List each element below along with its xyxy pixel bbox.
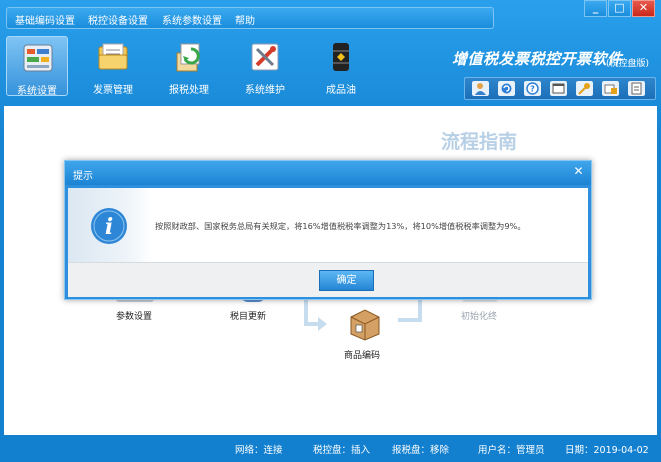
status-report-disk: 报税盘：移除 — [392, 445, 450, 456]
product-box-icon[interactable] — [348, 307, 382, 341]
lock-icon[interactable] — [602, 81, 619, 96]
maintenance-tools-icon — [251, 43, 279, 71]
dialog-close-button[interactable]: ✕ — [570, 164, 587, 180]
app-title: 增值税发票税控开票软件 — [452, 50, 623, 68]
toolbar-system-maintenance[interactable]: 系统维护 — [234, 36, 296, 96]
dialog-body: i 按照财政部、国家税务总局有关规定，将16%增值税税率调整为13%，将10%增… — [68, 188, 588, 262]
dialog-icon-cell: i — [68, 188, 153, 262]
close-button[interactable]: ✕ — [632, 0, 655, 17]
menu-tax-device-settings[interactable]: 税控设备设置 — [88, 12, 148, 27]
flow-label-init-end[interactable]: 初始化终 — [461, 309, 497, 322]
status-date: 日期：2019-04-02 — [565, 445, 649, 456]
flow-label-tax-update[interactable]: 税目更新 — [230, 309, 266, 322]
toolbar-label: 发票管理 — [93, 85, 133, 96]
guide-title: 流程指南 — [441, 131, 518, 153]
user-icon[interactable] — [472, 81, 489, 96]
settings-panel-icon — [23, 44, 53, 72]
toolbar-tax-reporting[interactable]: 报税处理 — [158, 36, 220, 96]
menu-bar: 基础编码设置 税控设备设置 系统参数设置 帮助 — [6, 7, 494, 29]
dialog-footer: 确定 — [68, 262, 588, 297]
svg-text:i: i — [105, 214, 113, 240]
window-icon[interactable] — [550, 81, 567, 96]
flow-label-param-settings[interactable]: 参数设置 — [116, 309, 152, 322]
maximize-button[interactable]: □ — [608, 0, 631, 17]
info-icon: i — [91, 208, 127, 244]
toolbar-system-settings[interactable]: 系统设置 — [6, 36, 68, 97]
flow-label-product-code[interactable]: 商品编码 — [344, 348, 380, 361]
menu-help[interactable]: 帮助 — [235, 12, 255, 27]
toolbar-label: 成品油 — [326, 85, 356, 96]
toolbar-refined-oil[interactable]: 成品油 — [310, 36, 372, 96]
status-bar: 网络：连接 税控盘：插入 报税盘：移除 用户名：管理员 日期：2019-04-0… — [0, 436, 661, 462]
flow-connector-icon — [398, 300, 422, 322]
quick-action-bar: ? — [464, 77, 656, 100]
help-icon[interactable]: ? — [524, 81, 541, 96]
app-subtitle: (税控盘版) — [606, 59, 650, 69]
dialog-header: 提示 ✕ — [65, 161, 591, 185]
svg-text:?: ? — [530, 85, 535, 94]
refresh-icon[interactable] — [498, 81, 515, 96]
notice-dialog: 提示 ✕ i 按照财政部、国家税务总局有关规定，将16%增值税税率调整为13%，… — [64, 160, 592, 300]
status-username: 用户名：管理员 — [478, 445, 545, 456]
tax-report-icon — [176, 43, 200, 72]
toolbar-label: 系统维护 — [245, 85, 285, 96]
flow-arrow-icon — [304, 300, 327, 331]
oil-barrel-icon — [333, 43, 349, 71]
toolbar-label: 报税处理 — [169, 85, 209, 96]
menu-system-param-settings[interactable]: 系统参数设置 — [162, 12, 222, 27]
minimize-button[interactable]: _ — [584, 0, 607, 17]
dialog-message: 按照财政部、国家税务总局有关规定，将16%增值税税率调整为13%，将10%增值税… — [155, 221, 526, 231]
clipboard-icon[interactable] — [628, 81, 645, 96]
menu-basic-code-settings[interactable]: 基础编码设置 — [15, 12, 75, 27]
key-icon[interactable] — [576, 81, 593, 96]
dialog-title: 提示 — [73, 171, 93, 182]
status-network: 网络：连接 — [235, 445, 283, 456]
status-tax-disk: 税控盘：插入 — [313, 445, 371, 456]
toolbar-label: 系统设置 — [17, 86, 57, 97]
toolbar-invoice-management[interactable]: 发票管理 — [82, 36, 144, 96]
invoice-folder-icon — [98, 43, 128, 70]
app-window: 基础编码设置 税控设备设置 系统参数设置 帮助 _ □ ✕ 系统设置 发票管理 — [0, 0, 661, 462]
ok-button[interactable]: 确定 — [319, 270, 374, 291]
